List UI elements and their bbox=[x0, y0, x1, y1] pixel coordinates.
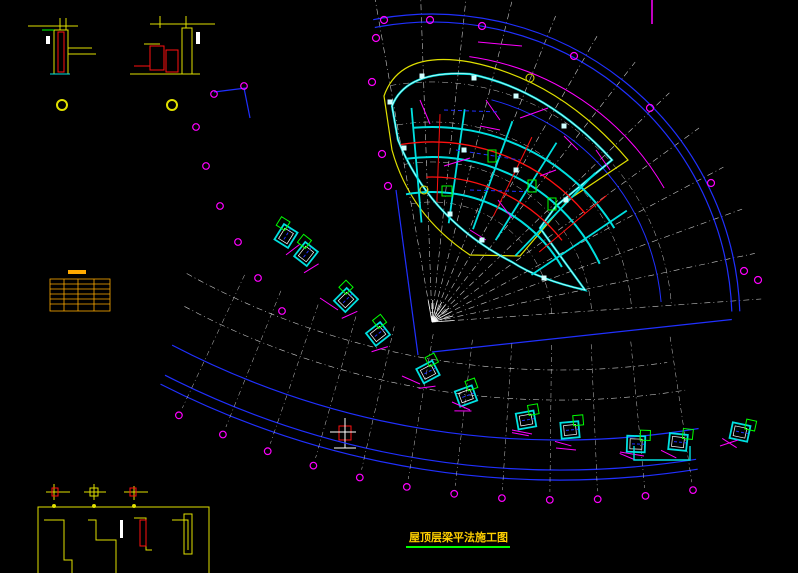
column-node bbox=[513, 93, 519, 99]
column-node bbox=[479, 237, 485, 243]
column-node bbox=[419, 73, 425, 79]
column-node bbox=[461, 147, 467, 153]
column-node bbox=[563, 197, 569, 203]
column-node bbox=[541, 275, 547, 281]
column-node bbox=[561, 123, 567, 129]
column-node bbox=[447, 211, 453, 217]
drawing-background bbox=[0, 0, 798, 573]
cad-drawing-canvas: 屋顶层梁平法施工图 bbox=[0, 0, 798, 573]
column-node bbox=[471, 75, 477, 81]
drawing-title: 屋顶层梁平法施工图 bbox=[409, 530, 508, 544]
column-node bbox=[387, 99, 393, 105]
column-node bbox=[513, 167, 519, 173]
column-node bbox=[401, 145, 407, 151]
